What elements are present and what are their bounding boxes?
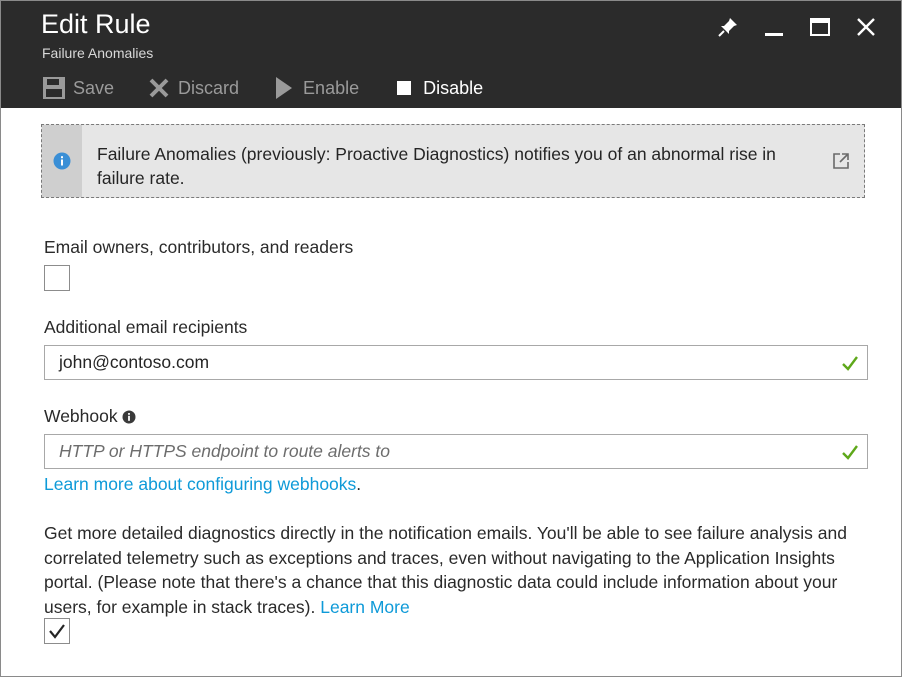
blade-header: Edit Rule Failure Anomalies Save Discard… [1,1,901,108]
save-button[interactable]: Save [41,75,114,101]
webhook-help: Learn more about configuring webhooks. [44,474,361,495]
diagnostics-learn-more-link[interactable]: Learn More [320,597,410,617]
disable-label: Disable [423,77,484,98]
close-icon [857,18,875,36]
maximize-icon [810,18,830,36]
save-label: Save [73,77,115,98]
email-owners-checkbox[interactable] [44,265,70,291]
external-link-icon[interactable] [831,151,851,171]
discard-label: Discard [178,77,240,98]
recipients-value: john@contoso.com [59,352,210,372]
webhook-placeholder: HTTP or HTTPS endpoint to route alerts t… [59,441,391,461]
email-owners-label: Email owners, contributors, and readers [44,237,354,257]
banner-icon-strip [42,125,82,197]
webhook-label-row: Webhook [44,406,136,427]
edit-rule-blade: Edit Rule Failure Anomalies Save Discard… [0,0,902,677]
discard-icon [146,75,172,101]
webhook-learn-more-link[interactable]: Learn more about configuring webhooks [44,474,356,494]
webhook-label: Webhook [44,406,118,426]
info-banner: Failure Anomalies (previously: Proactive… [41,124,865,198]
disable-button[interactable]: Disable [391,75,483,101]
close-button[interactable] [843,11,889,43]
window-controls [705,11,889,43]
pin-button[interactable] [705,11,751,43]
command-bar: Save Discard Enable Disable [41,73,515,103]
webhook-link-period: . [356,474,362,494]
webhook-input[interactable]: HTTP or HTTPS endpoint to route alerts t… [44,434,868,469]
valid-check-icon [842,445,858,460]
maximize-button[interactable] [797,11,843,43]
enable-label: Enable [303,77,360,98]
info-icon [53,152,71,170]
save-icon [41,75,67,101]
banner-text: Failure Anomalies (previously: Proactive… [97,144,776,188]
stop-icon [391,75,417,101]
discard-button[interactable]: Discard [146,75,239,101]
valid-check-icon [842,356,858,371]
page-title: Edit Rule [41,9,151,39]
diagnostics-text: Get more detailed diagnostics directly i… [44,523,847,617]
minimize-icon [765,33,783,36]
checkmark-icon [49,624,65,639]
diagnostics-description: Get more detailed diagnostics directly i… [44,521,874,619]
webhook-info-icon[interactable] [122,410,136,424]
recipients-input[interactable]: john@contoso.com [44,345,868,380]
minimize-button[interactable] [751,11,797,43]
diagnostics-checkbox[interactable] [44,618,70,644]
recipients-label: Additional email recipients [44,317,248,337]
play-icon [271,75,297,101]
enable-button[interactable]: Enable [271,75,359,101]
pin-icon [718,18,737,37]
page-subtitle: Failure Anomalies [42,45,154,61]
